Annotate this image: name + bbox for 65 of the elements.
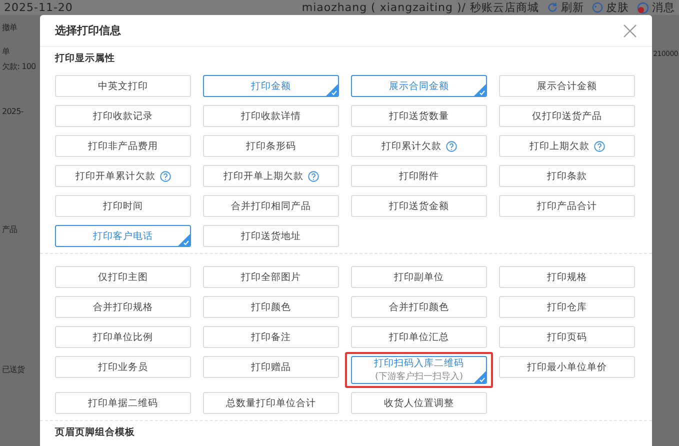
background-text: 撤单 xyxy=(2,22,18,33)
dialog-title: 选择打印信息 xyxy=(55,23,121,38)
option-button[interactable]: 合并打印颜色 xyxy=(351,296,487,318)
option-button[interactable]: 打印扫码入库二维码 (下游客户扫一扫导入) xyxy=(351,356,487,384)
option-button[interactable]: 展示合同金额 xyxy=(351,75,487,97)
option-button[interactable]: 打印单位汇总 xyxy=(351,326,487,348)
check-corner-icon xyxy=(326,84,338,96)
option-button[interactable]: 中英文打印 xyxy=(55,75,191,97)
option-button[interactable]: 打印业务员 xyxy=(55,356,191,378)
option-button[interactable]: 仅打印主图 xyxy=(55,266,191,288)
help-icon[interactable] xyxy=(446,140,456,152)
help-icon[interactable] xyxy=(308,170,318,182)
user-text: miaozhang ( xiangzaiting )/ 秒账云店商城 xyxy=(302,0,539,15)
option-button[interactable]: 打印全部图片 xyxy=(203,266,339,288)
option-button[interactable]: 打印单位比例 xyxy=(55,326,191,348)
option-button[interactable]: 打印收款记录 xyxy=(55,105,191,127)
background-text: 欠款: 100 xyxy=(2,61,36,72)
option-button[interactable]: 打印条形码 xyxy=(203,135,339,157)
background-text: 已送货 xyxy=(2,364,25,375)
option-button[interactable]: 展示合计金额 xyxy=(499,75,635,97)
option-button[interactable]: 打印开单上期欠款 xyxy=(203,165,339,187)
toolbar-link[interactable]: 皮肤 xyxy=(606,0,629,15)
option-button[interactable]: 仅打印送货产品 xyxy=(499,105,635,127)
check-corner-icon xyxy=(178,234,190,246)
help-icon[interactable] xyxy=(160,170,170,182)
background-text: 2025- xyxy=(2,107,24,116)
option-button[interactable]: 打印累计欠款 xyxy=(351,135,487,157)
option-button[interactable]: 打印金额 xyxy=(203,75,339,97)
option-button[interactable]: 打印非产品费用 xyxy=(55,135,191,157)
message-icon[interactable] xyxy=(637,2,649,14)
option-button[interactable]: 打印开单累计欠款 xyxy=(55,165,191,187)
option-button[interactable]: 打印最小单位单价 xyxy=(499,356,635,378)
option-button[interactable]: 打印页码 xyxy=(499,326,635,348)
section-title: 页眉页脚组合模板 xyxy=(55,426,136,439)
option-button[interactable]: 打印附件 xyxy=(351,165,487,187)
option-button[interactable]: 打印送货金额 xyxy=(351,195,487,217)
option-button[interactable]: 合并打印规格 xyxy=(55,296,191,318)
option-button[interactable]: 打印送货地址 xyxy=(203,225,339,247)
option-button[interactable]: 总数量打印单位合计 xyxy=(203,392,339,414)
toolbar-link[interactable]: 刷新 xyxy=(561,0,584,15)
option-button[interactable]: 打印产品合计 xyxy=(499,195,635,217)
option-button[interactable]: 合并打印相同产品 xyxy=(203,195,339,217)
option-button[interactable]: 收货人位置调整 xyxy=(351,392,487,414)
section-title: 打印显示属性 xyxy=(55,52,116,65)
background-text: 产品 xyxy=(2,224,18,235)
option-button[interactable]: 打印备注 xyxy=(203,326,339,348)
help-icon[interactable] xyxy=(594,140,604,152)
date-text: 2025-11-20 xyxy=(4,1,74,14)
option-button[interactable]: 打印上期欠款 xyxy=(499,135,635,157)
check-corner-icon xyxy=(474,84,486,96)
background-text: 单 xyxy=(2,46,10,57)
option-button[interactable]: 打印时间 xyxy=(55,195,191,217)
option-button[interactable]: 打印规格 xyxy=(499,266,635,288)
option-button[interactable]: 打印副单位 xyxy=(351,266,487,288)
check-corner-icon xyxy=(474,371,486,383)
option-button[interactable]: 打印颜色 xyxy=(203,296,339,318)
close-button[interactable] xyxy=(623,24,637,38)
option-button[interactable]: 打印条款 xyxy=(499,165,635,187)
option-button[interactable]: 打印赠品 xyxy=(203,356,339,378)
option-button[interactable]: 打印客户电话 xyxy=(55,225,191,247)
option-button[interactable]: 打印单据二维码 xyxy=(55,392,191,414)
option-button[interactable]: 打印收款详情 xyxy=(203,105,339,127)
option-button[interactable]: 打印送货数量 xyxy=(351,105,487,127)
option-button[interactable]: 打印仓库 xyxy=(499,296,635,318)
toolbar-link[interactable]: 消息 xyxy=(652,0,675,15)
